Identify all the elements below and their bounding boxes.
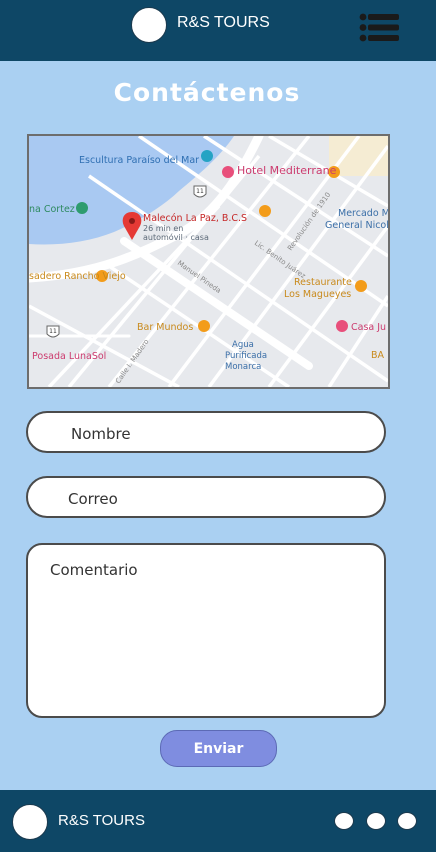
route-shield: 11	[193, 185, 207, 198]
submit-button[interactable]: Enviar	[160, 730, 277, 767]
hotel-icon	[336, 320, 348, 332]
map-label: Monarca	[225, 362, 261, 372]
footer-brand-name: R&S TOURS	[58, 812, 145, 829]
name-field-box	[26, 411, 386, 453]
footer-bar: R&S TOURS	[0, 790, 436, 852]
email-input[interactable]	[66, 489, 360, 509]
comment-field-box	[26, 543, 386, 718]
camera-icon	[201, 150, 213, 162]
restaurant-icon	[259, 205, 271, 217]
map-label: Purificada	[225, 351, 267, 361]
map-label: Los Magueyes	[284, 289, 351, 300]
svg-text:11: 11	[196, 188, 204, 195]
map-label: BA	[371, 350, 385, 361]
header-bar: R&S TOURS	[0, 0, 436, 61]
social-icon-1[interactable]	[334, 812, 354, 830]
svg-text:11: 11	[49, 328, 57, 335]
map-label: Malecón La Paz, B.C.S	[143, 213, 247, 224]
map-label: sadero Rancho Viejo	[29, 271, 126, 282]
social-icon-2[interactable]	[366, 812, 386, 830]
restaurant-icon	[355, 280, 367, 292]
map-label: automóvil · casa	[143, 232, 209, 242]
map-label: Casa Ju	[351, 322, 386, 333]
map-label: Bar Mundos	[137, 322, 193, 333]
map-label: Hotel Mediterrane	[237, 164, 337, 177]
comment-textarea[interactable]	[48, 559, 367, 708]
hotel-icon	[222, 166, 234, 178]
logo-circle[interactable]	[131, 7, 167, 43]
map-label: Posada LunaSol	[32, 351, 106, 362]
email-field-box	[26, 476, 386, 518]
name-input[interactable]	[69, 424, 363, 444]
map-label: Mercado M	[338, 208, 388, 219]
map-label: Escultura Paraíso del Mar	[79, 155, 199, 166]
map-label: Agua	[232, 340, 254, 350]
park-icon	[76, 202, 88, 214]
map-label: na Cortez	[29, 204, 75, 215]
social-icon-3[interactable]	[397, 812, 417, 830]
brand-name: R&S TOURS	[177, 14, 270, 31]
map-label: General Nicol	[325, 220, 388, 231]
location-map[interactable]: 11 11 Escultura Paraíso del Mar Hotel Me…	[27, 134, 390, 389]
footer-logo-circle[interactable]	[12, 804, 48, 840]
menu-icon[interactable]	[359, 13, 401, 42]
page-title: Contáctenos	[113, 78, 301, 107]
bar-icon	[198, 320, 210, 332]
map-label: 26 min en	[143, 224, 183, 233]
